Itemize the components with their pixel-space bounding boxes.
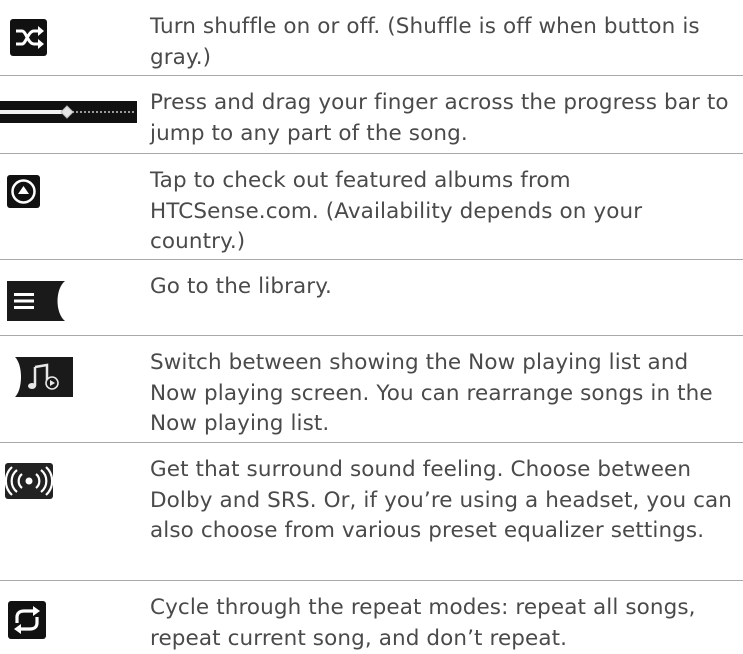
now-playing-toggle-icon xyxy=(7,357,73,397)
icon-cell xyxy=(0,154,150,260)
progress-bar-icon xyxy=(0,101,137,123)
table-row: Switch between showing the Now playing l… xyxy=(0,336,743,443)
table-row: Go to the library. xyxy=(0,260,743,336)
row-description: Go to the library. xyxy=(150,274,332,299)
icon-cell xyxy=(0,260,150,336)
row-description: Cycle through the repeat modes: repeat a… xyxy=(150,595,696,651)
row-description: Tap to check out featured albums from HT… xyxy=(150,168,643,254)
repeat-icon xyxy=(8,601,46,639)
table-row: Cycle through the repeat modes: repeat a… xyxy=(0,581,743,653)
table-row: Press and drag your finger across the pr… xyxy=(0,76,743,154)
row-description: Switch between showing the Now playing l… xyxy=(150,350,713,436)
table-row: Tap to check out featured albums from HT… xyxy=(0,154,743,260)
icon-cell xyxy=(0,336,150,443)
table-row: Get that surround sound feeling. Choose … xyxy=(0,443,743,581)
icon-reference-table: Turn shuffle on or off. (Shuffle is off … xyxy=(0,0,743,653)
table-row: Turn shuffle on or off. (Shuffle is off … xyxy=(0,0,743,76)
surround-sound-icon xyxy=(5,463,53,499)
icon-cell xyxy=(0,0,150,76)
row-description: Get that surround sound feeling. Choose … xyxy=(150,457,733,543)
row-description: Press and drag your finger across the pr… xyxy=(150,90,729,146)
library-icon xyxy=(7,281,75,321)
icon-cell xyxy=(0,581,150,653)
shuffle-icon xyxy=(10,19,47,56)
icon-cell xyxy=(0,76,150,154)
icon-cell xyxy=(0,443,150,581)
row-description: Turn shuffle on or off. (Shuffle is off … xyxy=(150,14,700,70)
featured-albums-icon xyxy=(7,175,40,208)
